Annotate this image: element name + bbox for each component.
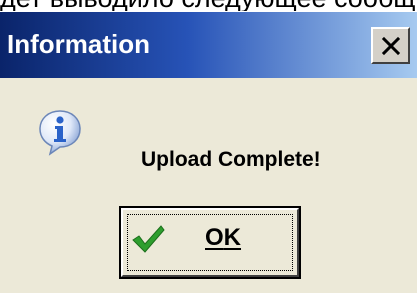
ok-button[interactable]: OK — [119, 206, 301, 279]
information-dialog: Information Upload Complete! OK — [0, 12, 417, 293]
message-text: Upload Complete! — [141, 148, 321, 171]
ok-label-rest: K — [223, 224, 242, 251]
ok-label: OK — [205, 223, 241, 253]
close-icon — [381, 36, 401, 56]
background-text: дет выводило следующее сообщ — [0, 0, 417, 11]
page: дет выводило следующее сообщ Information — [0, 0, 417, 293]
info-icon — [39, 110, 81, 156]
title-bar[interactable]: Information — [0, 12, 417, 78]
checkmark-icon — [132, 225, 165, 253]
dialog-title: Information — [7, 29, 150, 59]
ok-mnemonic: O — [205, 224, 224, 251]
close-button[interactable] — [371, 27, 410, 64]
